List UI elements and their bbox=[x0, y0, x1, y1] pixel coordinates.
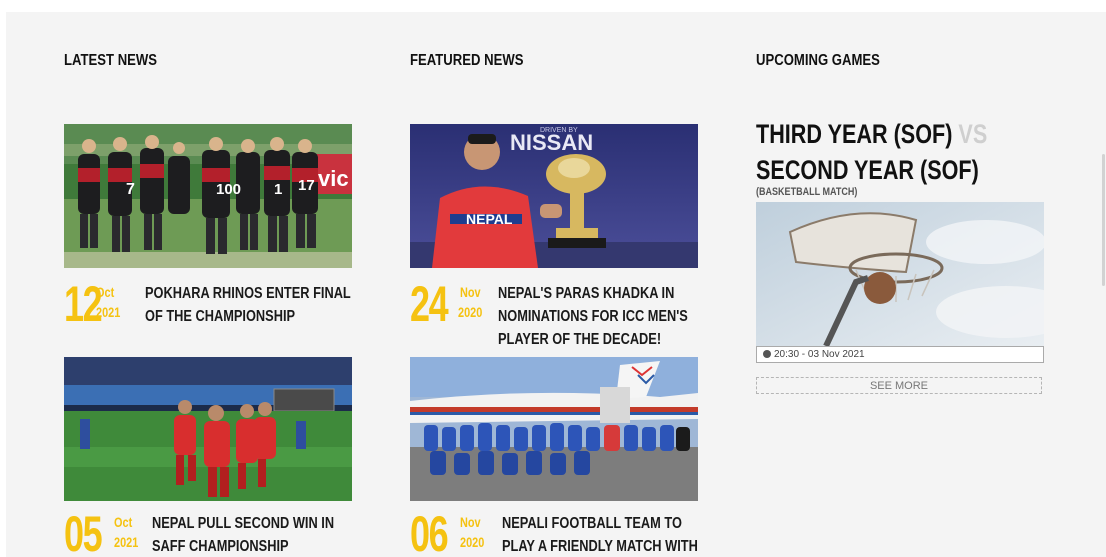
news-headline[interactable]: POKHARA RHINOS ENTER FINAL OF THE CHAMPIO… bbox=[145, 282, 351, 328]
game-type: (BASKETBALL MATCH) bbox=[756, 186, 858, 198]
date-month: Oct bbox=[96, 284, 115, 300]
jersey-number: 1 bbox=[274, 181, 282, 198]
scrollbar-thumb[interactable] bbox=[1102, 154, 1105, 286]
latest-news-title: LATEST NEWS bbox=[64, 52, 158, 69]
upcoming-games-title: UPCOMING GAMES bbox=[756, 52, 880, 69]
paras-khadka-trophy-image[interactable]: DRIVEN BY NISSAN NEPAL bbox=[410, 124, 698, 268]
game-time: 20:30 - 03 Nov 2021 bbox=[756, 346, 1044, 363]
jersey-number: 100 bbox=[216, 181, 241, 198]
news-headline[interactable]: NEPAL'S PARAS KHADKA IN NOMINATIONS FOR I… bbox=[498, 282, 688, 351]
date-day: 06 bbox=[410, 506, 449, 557]
team-two: SECOND YEAR (SOF) bbox=[756, 155, 979, 185]
news-headline[interactable]: NEPAL PULL SECOND WIN IN SAFF CHAMPIONSHI… bbox=[152, 512, 334, 557]
cricket-team-image[interactable]: vic 7 100 1 17 bbox=[64, 124, 352, 268]
news-date: 24 Nov 2020 bbox=[410, 276, 490, 338]
sponsor-text: NISSAN bbox=[510, 130, 593, 155]
jersey-number: 7 bbox=[126, 181, 135, 198]
ad-board-text: vic bbox=[318, 166, 349, 191]
date-year: 2021 bbox=[96, 304, 121, 320]
date-year: 2020 bbox=[460, 534, 485, 550]
page-scrollbar[interactable] bbox=[1100, 12, 1106, 557]
saff-football-image[interactable] bbox=[64, 357, 352, 501]
date-month: Nov bbox=[460, 284, 481, 300]
date-day: 05 bbox=[64, 506, 103, 557]
date-year: 2021 bbox=[114, 534, 139, 550]
news-date: 06 Nov 2020 bbox=[410, 506, 490, 557]
clock-icon bbox=[763, 350, 771, 358]
team-one: THIRD YEAR (SOF) bbox=[756, 119, 953, 149]
news-date: 12 Oct 2021 bbox=[64, 276, 144, 338]
date-day: 24 bbox=[410, 276, 449, 332]
football-team-plane-image[interactable] bbox=[410, 357, 698, 501]
featured-news-title: FEATURED NEWS bbox=[410, 52, 524, 69]
date-month: Nov bbox=[460, 514, 481, 530]
versus-label: VS bbox=[958, 119, 988, 149]
jersey-number: 17 bbox=[298, 177, 315, 194]
basketball-hoop-image[interactable] bbox=[756, 202, 1044, 346]
news-date: 05 Oct 2021 bbox=[64, 506, 144, 557]
date-month: Oct bbox=[114, 514, 133, 530]
date-year: 2020 bbox=[458, 304, 483, 320]
jersey-text: NEPAL bbox=[466, 211, 513, 227]
news-section: LATEST NEWS FEATURED NEWS UPCOMING GAMES… bbox=[6, 12, 1100, 557]
see-more-button[interactable]: SEE MORE bbox=[756, 377, 1042, 394]
news-headline[interactable]: NEPALI FOOTBALL TEAM TO PLAY A FRIENDLY M… bbox=[502, 512, 698, 557]
game-title[interactable]: THIRD YEAR (SOF) VS SECOND YEAR (SOF) bbox=[756, 116, 987, 188]
